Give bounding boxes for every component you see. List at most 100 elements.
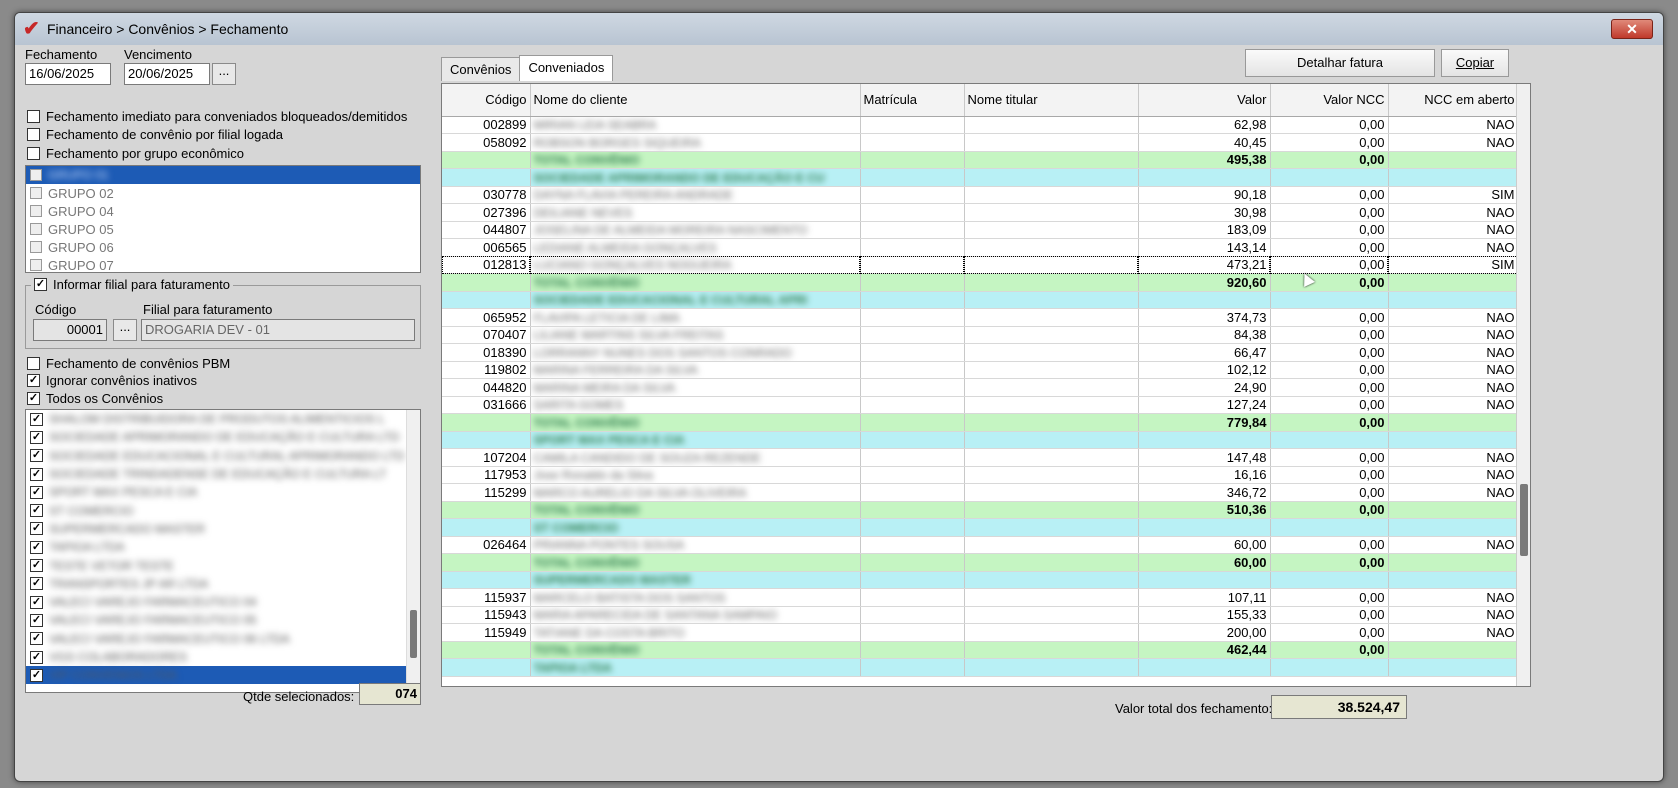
- convenio-item[interactable]: ✓ SOCIEDADE EDUCACIONAL E CULTURAL APRIMO…: [26, 447, 420, 465]
- table-row[interactable]: 012813 LUCIANO GONÇALVES NOGUEIRA 473,21 0,…: [442, 256, 1519, 274]
- col-matricula-header[interactable]: Matrícula: [860, 84, 965, 117]
- close-button[interactable]: ✕: [1611, 19, 1653, 39]
- grupo-item[interactable]: GRUPO 05: [26, 220, 420, 238]
- fechamento-date-field[interactable]: 16/06/2025: [25, 63, 111, 85]
- table-row[interactable]: 044820 MARINA MEIRA DA SILVA 24,90 0,00 NAO: [442, 378, 1519, 397]
- cliente-nome: TOTAL CONVÊNIO: [533, 153, 640, 168]
- conveniados-grid[interactable]: Código Nome do cliente Matrícula Nome ti…: [441, 83, 1531, 687]
- scroll-thumb[interactable]: [1520, 484, 1528, 556]
- filial-picker-button[interactable]: ...: [113, 319, 137, 341]
- checkbox-box: ✓: [30, 449, 43, 463]
- col-nome-header[interactable]: Nome do cliente: [530, 84, 861, 117]
- cell-codigo: 115299: [442, 483, 531, 502]
- total-row[interactable]: TOTAL CONVÊNIO 510,36 0,00: [442, 501, 1519, 519]
- cliente-nome: ST COMERCIO: [533, 520, 619, 535]
- convenios-list[interactable]: ✓ SHALOM DISTRIBUIDORA DE PRODUTOS ALIMEN…: [25, 409, 421, 693]
- filial-logada-checkbox[interactable]: Fechamento de convênio por filial logada: [27, 127, 283, 142]
- group-row[interactable]: SOCIEDADE APRIMORANDO DE EDUCAÇÃO E CU: [442, 168, 1519, 187]
- cliente-nome: SPORT MAX PESCA E CIA: [533, 433, 685, 448]
- convenio-item[interactable]: ✓ VGS COLABORADORES: [26, 648, 420, 666]
- col-titular-header[interactable]: Nome titular: [964, 84, 1139, 117]
- table-row[interactable]: 115949 TATIANE DA COSTA BRITO 200,00 0,00 NA…: [442, 623, 1519, 642]
- table-row[interactable]: 119802 MARINA FERREIRA DA SILVA 102,12 0,00…: [442, 361, 1519, 379]
- convenio-item[interactable]: ✓ SHALOM DISTRIBUIDORA DE PRODUTOS ALIMEN…: [26, 410, 420, 428]
- col-valor-ncc-header[interactable]: Valor NCC: [1270, 84, 1389, 117]
- table-row[interactable]: 115943 MARIA APARECIDA DE SANTANA SAMPAIO…: [442, 606, 1519, 624]
- convenio-item[interactable]: ✓ SPORT MAX PESCA E CIA: [26, 483, 420, 501]
- ignorar-inativos-checkbox[interactable]: ✓ Ignorar convênios inativos: [27, 373, 197, 388]
- grid-scrollbar[interactable]: [1516, 84, 1530, 686]
- grupo-item[interactable]: GRUPO 01: [26, 166, 420, 184]
- checkbox-box: ✓: [30, 613, 43, 627]
- total-row[interactable]: TOTAL CONVÊNIO 495,38 0,00: [442, 151, 1519, 169]
- table-row[interactable]: 026464 PRIANNA PONTES SOUSA 60,00 0,00 NAO: [442, 536, 1519, 554]
- table-row[interactable]: 115299 MARCO AURELIO DA SILVA OLIVEIRA 346…: [442, 483, 1519, 502]
- checkbox-box: ✓: [30, 540, 43, 554]
- table-row[interactable]: 115937 MARCELO BATISTA DOS SANTOS 107,11 0,…: [442, 588, 1519, 607]
- pbm-checkbox[interactable]: Fechamento de convênios PBM: [27, 356, 230, 371]
- convenio-item[interactable]: ✓ SOCIEDADE TRINDADENSE DE EDUCAÇÃO E CUL…: [26, 465, 420, 483]
- copiar-button[interactable]: Copiar: [1441, 49, 1509, 77]
- table-row[interactable]: 002899 MIRIAN LEIA SEABRA 62,98 0,00 NAO: [442, 116, 1519, 134]
- convenio-item[interactable]: ✓ ST COMERCIO: [26, 501, 420, 519]
- table-row[interactable]: 065952 FLAVIPA LETICIA DE LIMA 374,73 0,00 N…: [442, 308, 1519, 327]
- convenios-scrollbar[interactable]: [406, 410, 420, 692]
- group-row[interactable]: ST COMERCIO: [442, 518, 1519, 537]
- convenio-item[interactable]: ✓ VIP CONVENIOS LTDA: [26, 666, 420, 685]
- convenio-item[interactable]: ✓ SUPERMERCADO MASTER: [26, 520, 420, 538]
- cell-codigo: 115943: [442, 606, 531, 624]
- detalhar-fatura-button[interactable]: Detalhar fatura: [1245, 49, 1435, 77]
- col-codigo-header[interactable]: Código: [442, 84, 531, 117]
- cell-nome: DAYNA FLAVIA PEREIRA ANDRADE: [530, 186, 861, 204]
- convenio-item[interactable]: ✓ TAPIOA LTDA: [26, 538, 420, 556]
- convenio-item[interactable]: ✓ VALECI VAREJO FARMACEUTICO 04: [26, 593, 420, 611]
- convenio-item[interactable]: ✓ VALECI VAREJO FARMACEUTICO 06 LTDA: [26, 630, 420, 648]
- todos-convenios-checkbox[interactable]: ✓ Todos os Convênios: [27, 391, 163, 406]
- table-row[interactable]: 117953 Jose Ronaldo da Silva 16,16 0,00 NAO: [442, 466, 1519, 484]
- vencimento-picker-button[interactable]: ...: [212, 63, 236, 85]
- grupo-item[interactable]: GRUPO 02: [26, 184, 420, 202]
- total-row[interactable]: TOTAL CONVÊNIO 779,84 0,00: [442, 413, 1519, 432]
- vencimento-date-field[interactable]: 20/06/2025: [124, 63, 210, 85]
- grupo-item[interactable]: GRUPO 07: [26, 256, 420, 272]
- cell-titular: [964, 588, 1139, 607]
- cell-matricula: [860, 448, 965, 467]
- grupo-item[interactable]: GRUPO 04: [26, 202, 420, 220]
- informar-filial-checkbox[interactable]: ✓ Informar filial para faturamento: [31, 277, 234, 292]
- total-row[interactable]: TOTAL CONVÊNIO 920,60 0,00: [442, 273, 1519, 292]
- filial-codigo-field[interactable]: 00001: [33, 319, 107, 341]
- col-ncc-aberto-header[interactable]: NCC em aberto: [1388, 84, 1519, 117]
- table-row[interactable]: 044807 JOSELINA DE ALMEIDA MOREIRA NASCIM…: [442, 221, 1519, 239]
- convenio-item[interactable]: ✓ TRANSPORTES JP AR LTDA: [26, 575, 420, 593]
- group-row[interactable]: SUPERMERCADO MASTER: [442, 571, 1519, 589]
- imediato-checkbox[interactable]: Fechamento imediato para conveniados blo…: [27, 109, 407, 124]
- grupo-item[interactable]: GRUPO 06: [26, 238, 420, 256]
- cell-codigo: 006565: [442, 238, 531, 257]
- group-row[interactable]: TAPIOA LTDA: [442, 658, 1519, 677]
- cell-valor-ncc: [1270, 431, 1389, 449]
- cell-titular: [964, 203, 1139, 222]
- table-row[interactable]: 030778 DAYNA FLAVIA PEREIRA ANDRADE 90,18 0…: [442, 186, 1519, 204]
- table-row[interactable]: 058092 ROBSON BORGES SIQUEIRA 40,45 0,00 NAO: [442, 133, 1519, 152]
- conveniados-table: Código Nome do cliente Matrícula Nome ti…: [442, 84, 1519, 677]
- group-row[interactable]: SOCIEDADE EDUCACIONAL E CULTURAL APRI: [442, 291, 1519, 309]
- table-row[interactable]: 006565 LEDIANE ALMEIDA GONÇALVES 143,14 0,0…: [442, 238, 1519, 257]
- cliente-nome: ROBSON BORGES SIQUEIRA: [533, 135, 701, 150]
- table-row[interactable]: 018390 LORRANNY NUNES DOS SANTOS CONRADO 6…: [442, 343, 1519, 362]
- table-row[interactable]: 070407 LILIANE MARTINS SILVA FREITAS 84,38…: [442, 326, 1519, 344]
- tab-convenios[interactable]: Convênios: [441, 57, 521, 81]
- table-row[interactable]: 107204 CAMILA CANDIDO DE SOUZA REZENDE 147…: [442, 448, 1519, 467]
- col-valor-header[interactable]: Valor: [1138, 84, 1271, 117]
- total-row[interactable]: TOTAL CONVÊNIO 462,44 0,00: [442, 641, 1519, 659]
- grupo-economico-checkbox[interactable]: Fechamento por grupo econômico: [27, 146, 244, 161]
- table-row[interactable]: 027396 DEILIANE NEVES 30,98 0,00 NAO: [442, 203, 1519, 222]
- tab-conveniados[interactable]: Conveniados: [519, 55, 614, 81]
- total-row[interactable]: TOTAL CONVÊNIO 60,00 0,00: [442, 553, 1519, 572]
- convenio-item[interactable]: ✓ TESTE VETOR TESTE: [26, 556, 420, 574]
- group-row[interactable]: SPORT MAX PESCA E CIA: [442, 431, 1519, 449]
- scroll-thumb[interactable]: [410, 610, 417, 658]
- table-row[interactable]: 031666 SARITA GOMES 127,24 0,00 NAO: [442, 396, 1519, 414]
- convenio-item[interactable]: ✓ VALECI VAREJO FARMACEUTICO 05: [26, 611, 420, 629]
- convenio-item[interactable]: ✓ SOCIEDADE APRIMORANDO DE EDUCAÇÃO E CUL…: [26, 428, 420, 446]
- grupos-list[interactable]: GRUPO 01 GRUPO 02 GRUPO 04 GRUPO 05 GRUP…: [25, 165, 421, 273]
